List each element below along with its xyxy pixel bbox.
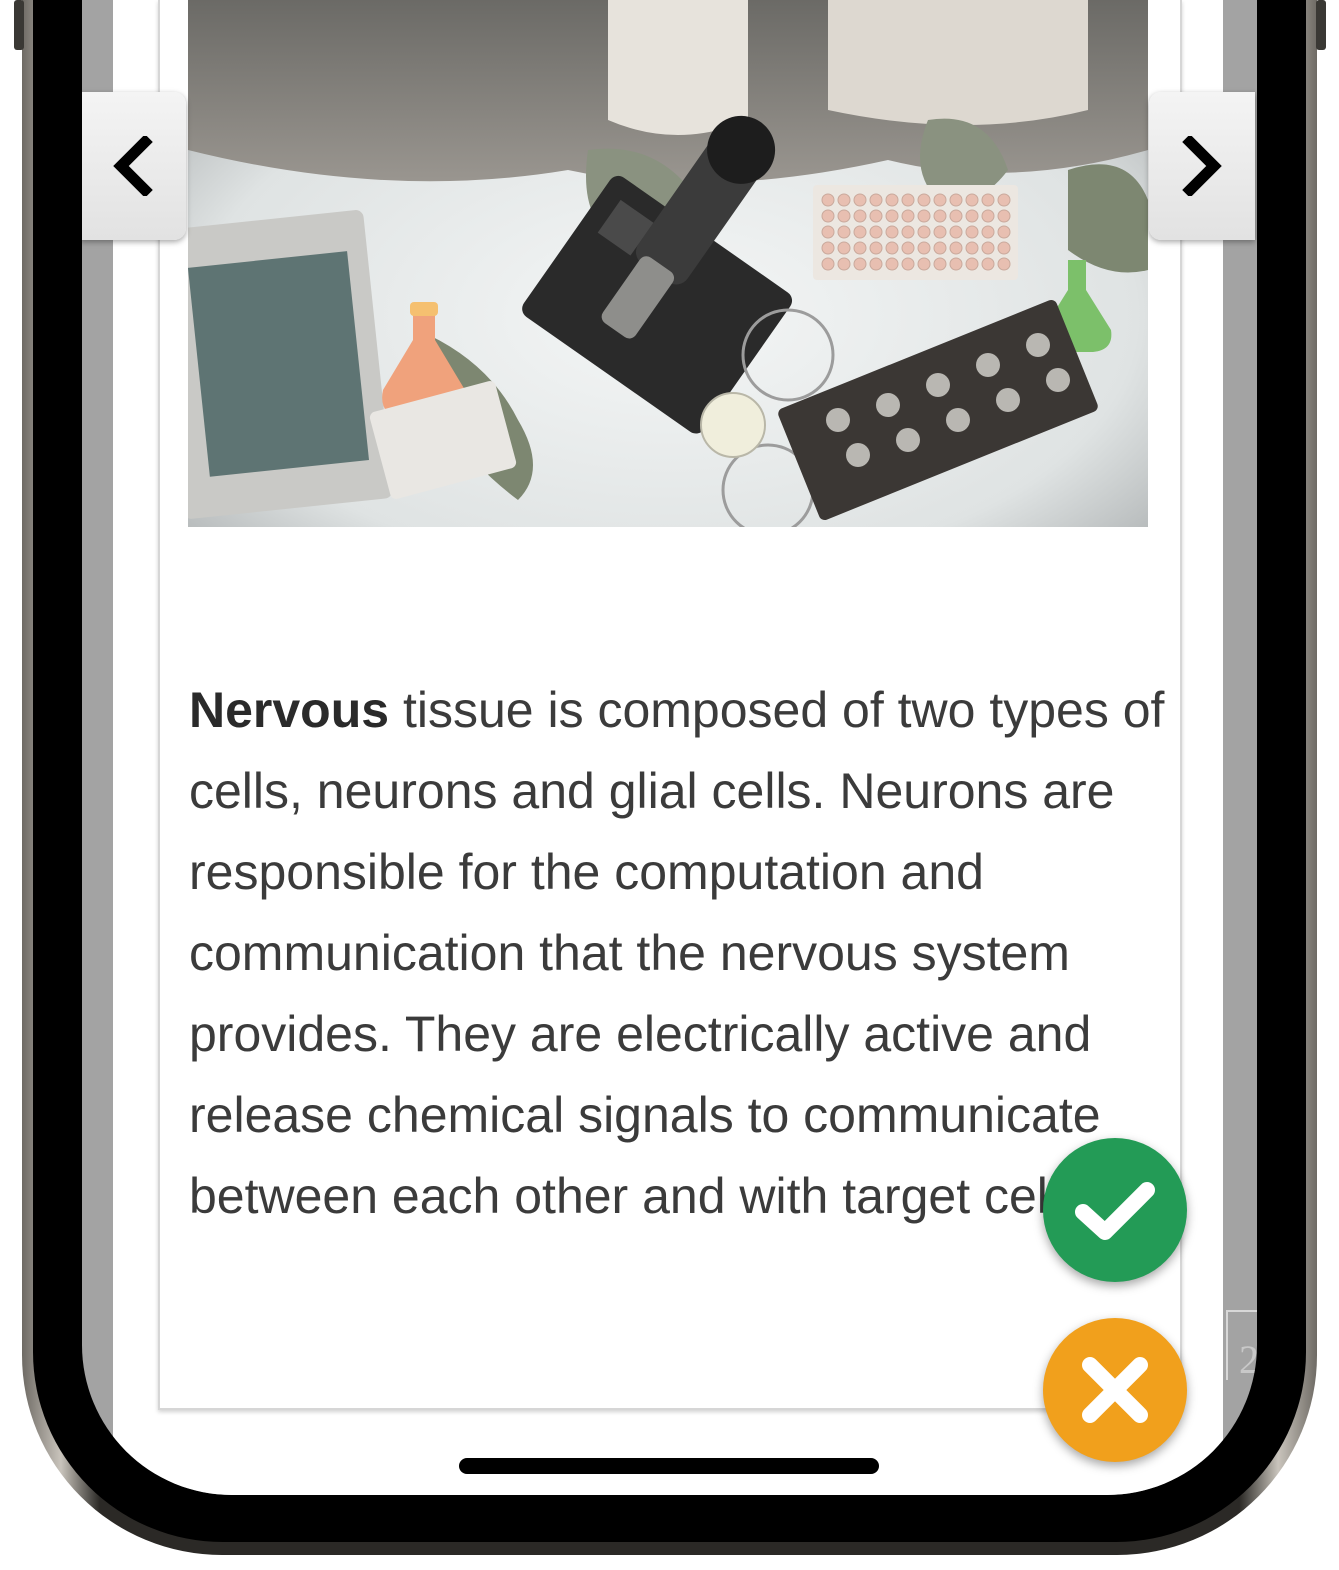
- page-number-rule-horizontal: [1226, 1310, 1257, 1312]
- home-indicator[interactable]: [459, 1458, 879, 1474]
- page-number: 286: [1239, 1337, 1257, 1382]
- next-page-button[interactable]: [1149, 92, 1255, 240]
- wrong-button[interactable]: [1043, 1318, 1187, 1462]
- previous-page-button[interactable]: [82, 92, 186, 240]
- body-paragraph: Nervous tissue is composed of two types …: [189, 670, 1169, 1237]
- reader-page: Nervous tissue is composed of two types …: [113, 0, 1257, 1495]
- page-number-rule-vertical: [1226, 1310, 1228, 1380]
- checkmark-icon: [1075, 1182, 1155, 1240]
- body-paragraph-text: tissue is composed of two types of cells…: [189, 682, 1165, 1224]
- close-icon: [1082, 1357, 1148, 1423]
- chevron-right-icon: [1182, 136, 1222, 196]
- side-button-right: [1316, 0, 1326, 50]
- side-button-left: [14, 0, 24, 50]
- lab-photo: [188, 0, 1148, 527]
- body-paragraph-bold-term: Nervous: [189, 682, 390, 738]
- correct-button[interactable]: [1043, 1138, 1187, 1282]
- chevron-left-icon: [113, 136, 153, 196]
